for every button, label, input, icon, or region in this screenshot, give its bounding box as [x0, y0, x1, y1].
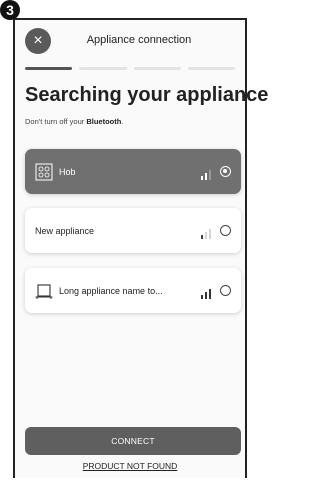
header: × Appliance connection — [15, 20, 245, 64]
appliance-name: New appliance — [35, 225, 95, 236]
radio-button[interactable] — [220, 285, 231, 296]
signal-strength-icon — [198, 167, 212, 180]
connect-button[interactable]: CONNECT — [25, 427, 241, 455]
appliance-card-long-name[interactable]: Long appliance name to... — [25, 268, 241, 313]
phone-screen: × Appliance connection Searching your ap… — [13, 18, 269, 478]
appliance-name: Hob — [59, 166, 76, 177]
signal-strength-icon — [198, 226, 212, 239]
header-title: Appliance connection — [86, 34, 192, 46]
product-not-found-link-wrap: PRODUCT NOT FOUND — [15, 461, 245, 471]
appliance-name: Long appliance name to... — [59, 285, 163, 296]
progress-step-4 — [187, 67, 235, 70]
radio-button[interactable] — [220, 225, 231, 236]
hob-icon — [35, 163, 53, 181]
signal-strength-icon — [198, 286, 212, 299]
appliance-card-new[interactable]: New appliance — [25, 208, 241, 253]
progress-step-1 — [25, 67, 73, 70]
progress-steps — [25, 67, 235, 70]
bluetooth-hint: Don't turn off your Bluetooth. — [25, 117, 123, 126]
step-number-badge: 3 — [0, 0, 20, 20]
hint-suffix: . — [121, 117, 124, 126]
hint-bluetooth: Bluetooth — [86, 117, 122, 126]
radio-button[interactable] — [220, 166, 231, 177]
hint-prefix: Don't turn off your — [25, 117, 87, 126]
page-title: Searching your appliance — [25, 84, 269, 106]
progress-step-3 — [133, 67, 181, 70]
appliance-card-hob[interactable]: Hob — [25, 149, 241, 194]
progress-step-2 — [79, 67, 127, 70]
oven-icon — [35, 282, 53, 300]
product-not-found-link[interactable]: PRODUCT NOT FOUND — [83, 461, 178, 471]
